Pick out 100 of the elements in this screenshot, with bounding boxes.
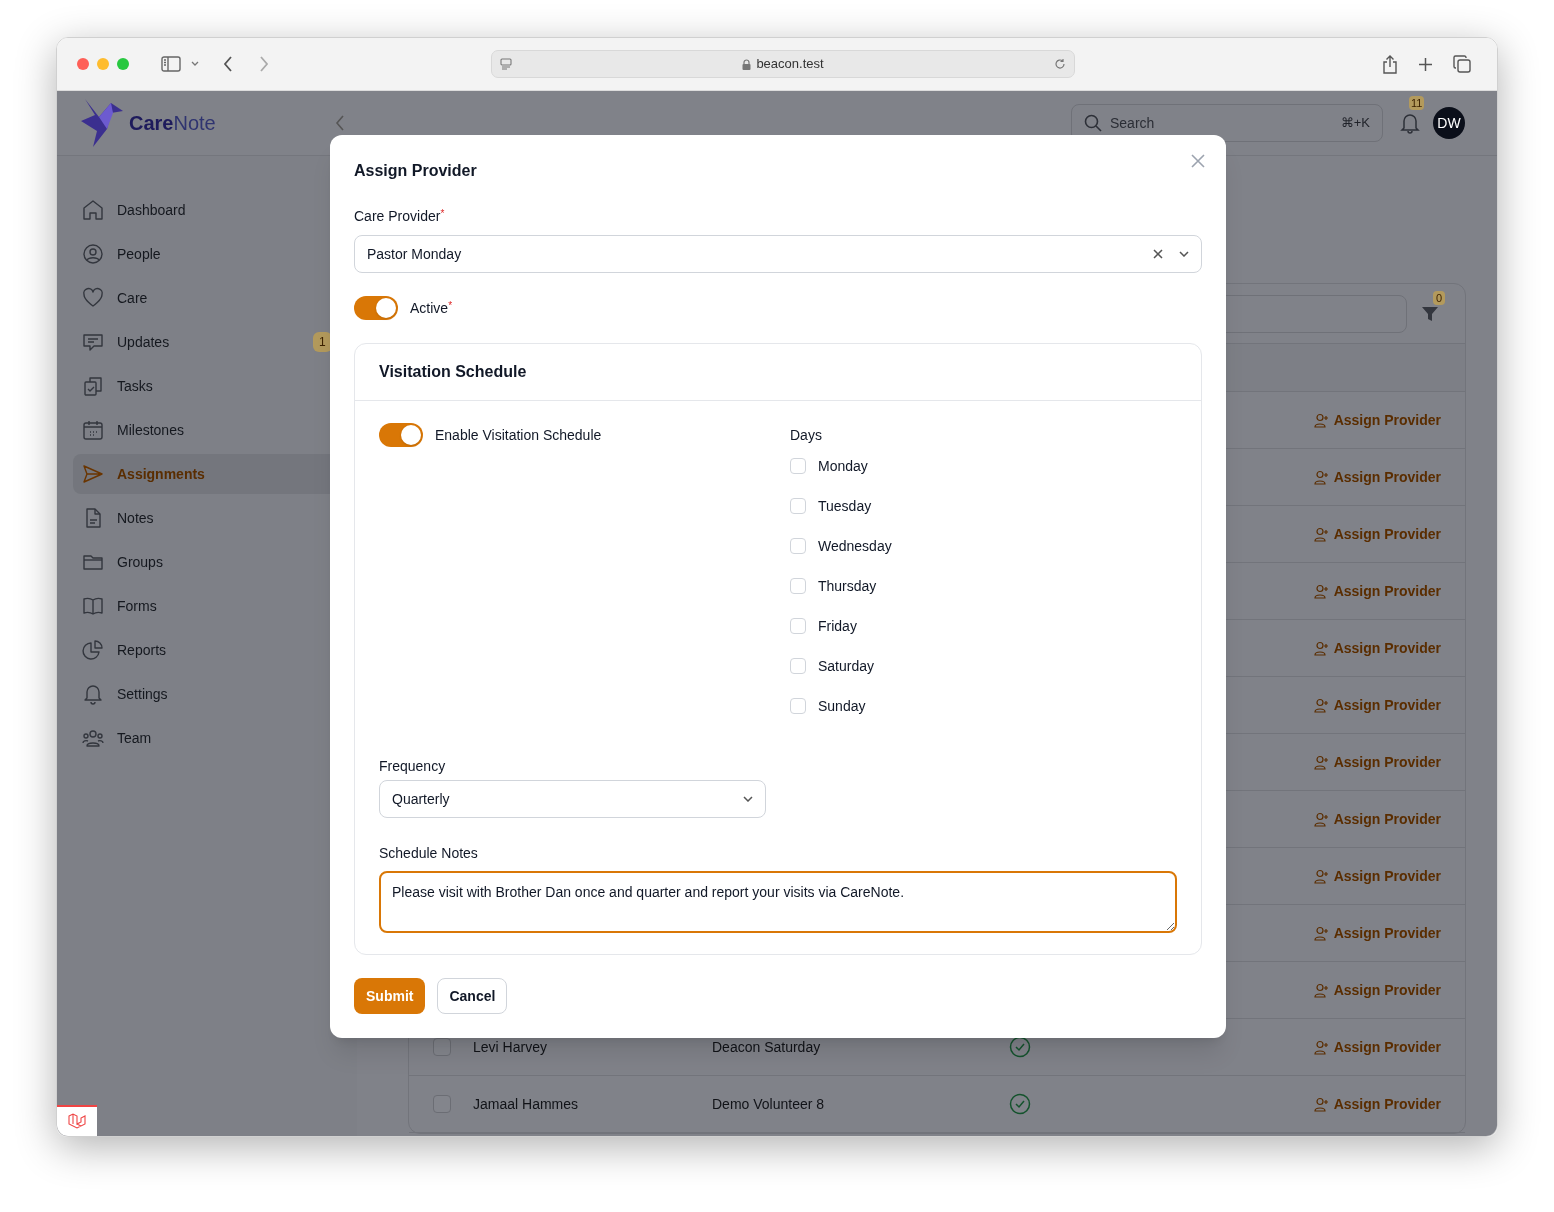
assign-provider-link[interactable]: Assign Provider xyxy=(1313,751,1441,773)
day-checkbox[interactable] xyxy=(790,618,806,634)
reload-icon[interactable] xyxy=(1054,58,1066,70)
toggle-label: Enable Visitation Schedule xyxy=(435,426,602,445)
field-label: Care Provider xyxy=(354,208,441,224)
required-mark: * xyxy=(440,208,445,219)
user-plus-icon xyxy=(1313,754,1329,770)
user-plus-icon xyxy=(1313,583,1329,599)
day-checkbox[interactable] xyxy=(790,538,806,554)
sidebar-item[interactable]: Reports xyxy=(73,630,341,670)
day-checkbox[interactable] xyxy=(790,578,806,594)
chevron-down-icon xyxy=(743,796,753,802)
assign-provider-link[interactable]: Assign Provider xyxy=(1313,808,1441,830)
cancel-button[interactable]: Cancel xyxy=(437,978,508,1014)
shortcut-hint: ⌘+K xyxy=(1340,114,1370,133)
assign-provider-link[interactable]: Assign Provider xyxy=(1313,1093,1441,1115)
sidebar-item[interactable]: Dashboard xyxy=(73,190,341,230)
checkbox-label: Sunday xyxy=(818,696,866,716)
back-icon[interactable] xyxy=(223,56,233,72)
row-checkbox[interactable] xyxy=(433,1095,451,1113)
toggle-label: Active xyxy=(410,299,449,316)
clear-icon[interactable] xyxy=(1153,249,1163,259)
schedule-notes-field[interactable]: Please visit with Brother Dan once and quarter and report your visits via CareNote. xyxy=(379,871,1177,933)
count-badge: 1 xyxy=(313,332,332,352)
assign-provider-link[interactable]: Assign Provider xyxy=(1313,1036,1441,1058)
frequency-select[interactable]: Quarterly xyxy=(379,780,766,818)
field-label: Days xyxy=(790,426,823,445)
user-plus-icon xyxy=(1313,1039,1329,1055)
sidebar-item[interactable]: Team xyxy=(73,718,341,758)
schedule-toggle[interactable] xyxy=(379,423,423,447)
user-plus-icon xyxy=(1313,982,1329,998)
user-plus-icon xyxy=(1313,640,1329,656)
active-toggle[interactable] xyxy=(354,296,398,320)
user-plus-icon xyxy=(1313,697,1329,713)
close-window-button[interactable] xyxy=(77,58,89,70)
user-circle-icon xyxy=(81,242,105,266)
pie-chart-icon xyxy=(81,638,105,662)
assign-provider-link[interactable]: Assign Provider xyxy=(1313,466,1441,488)
assign-provider-link[interactable]: Assign Provider xyxy=(1313,979,1441,1001)
user-plus-icon xyxy=(1313,1096,1329,1112)
forward-icon[interactable] xyxy=(259,56,269,72)
assign-provider-link[interactable]: Assign Provider xyxy=(1313,865,1441,887)
assign-provider-link[interactable]: Assign Provider xyxy=(1313,922,1441,944)
sidebar-item[interactable]: Groups xyxy=(73,542,341,582)
assign-provider-link[interactable]: Assign Provider xyxy=(1313,523,1441,545)
paper-plane-icon xyxy=(81,462,105,486)
search-icon xyxy=(1084,114,1102,132)
user-plus-icon xyxy=(1313,811,1329,827)
submit-button[interactable]: Submit xyxy=(354,978,426,1014)
assign-provider-link[interactable]: Assign Provider xyxy=(1313,580,1441,602)
share-icon[interactable] xyxy=(1382,54,1398,74)
tabs-overview-icon[interactable] xyxy=(1453,55,1471,73)
sidebar-toggle-icon[interactable] xyxy=(161,56,181,72)
collapse-sidebar-icon[interactable] xyxy=(335,115,345,131)
address-bar[interactable]: beacon.test xyxy=(491,50,1075,78)
dialog-title: Assign Provider xyxy=(354,161,477,181)
sidebar-item[interactable]: Care xyxy=(73,278,341,318)
sidebar-item[interactable]: Updates 1 xyxy=(73,322,341,362)
checkbox-label: Tuesday xyxy=(818,496,872,516)
clipboard-check-icon xyxy=(81,374,105,398)
assign-provider-link[interactable]: Assign Provider xyxy=(1313,694,1441,716)
checkbox-label: Friday xyxy=(818,616,857,636)
table-cell-text: Demo Volunteer 8 xyxy=(712,1094,826,1114)
maximize-window-button[interactable] xyxy=(117,58,129,70)
user-plus-icon xyxy=(1313,526,1329,542)
day-checkbox[interactable] xyxy=(790,658,806,674)
field-label: Frequency xyxy=(379,757,447,776)
new-tab-icon[interactable] xyxy=(1418,56,1433,72)
user-plus-icon xyxy=(1313,469,1329,485)
day-checkbox[interactable] xyxy=(790,498,806,514)
day-checkbox[interactable] xyxy=(790,458,806,474)
close-icon[interactable] xyxy=(1190,153,1206,169)
debug-bar-icon[interactable] xyxy=(57,1105,97,1136)
day-checkbox[interactable] xyxy=(790,698,806,714)
checkbox-label: Wednesday xyxy=(818,536,892,556)
chevron-down-icon[interactable] xyxy=(1179,251,1189,257)
row-checkbox[interactable] xyxy=(433,1038,451,1056)
sidebar-item[interactable]: Settings xyxy=(73,674,341,714)
care-provider-select[interactable]: Pastor Monday xyxy=(354,235,1202,273)
sidebar-item[interactable]: Notes xyxy=(73,498,341,538)
table-cell-text: Jamaal Hammes xyxy=(473,1094,580,1114)
sidebar-item[interactable]: Forms xyxy=(73,586,341,626)
sidebar-item[interactable]: Tasks xyxy=(73,366,341,406)
assign-provider-link[interactable]: Assign Provider xyxy=(1313,637,1441,659)
assign-provider-link[interactable]: Assign Provider xyxy=(1313,409,1441,431)
field-label: Schedule Notes xyxy=(379,844,479,863)
brand-name: CareNote xyxy=(129,111,216,136)
user-plus-icon xyxy=(1313,925,1329,941)
sidebar-item[interactable]: People xyxy=(73,234,341,274)
minimize-window-button[interactable] xyxy=(97,58,109,70)
notifications-icon[interactable] xyxy=(1399,112,1421,134)
chevron-down-icon[interactable] xyxy=(191,61,199,67)
address-text: beacon.test xyxy=(756,55,824,74)
section-title: Visitation Schedule xyxy=(379,362,527,382)
user-plus-icon xyxy=(1313,868,1329,884)
sidebar-item[interactable]: Milestones xyxy=(73,410,341,450)
user-avatar[interactable]: DW xyxy=(1433,107,1465,139)
filter-icon[interactable] xyxy=(1421,304,1439,323)
lock-icon xyxy=(742,58,752,70)
required-mark: * xyxy=(448,299,453,311)
